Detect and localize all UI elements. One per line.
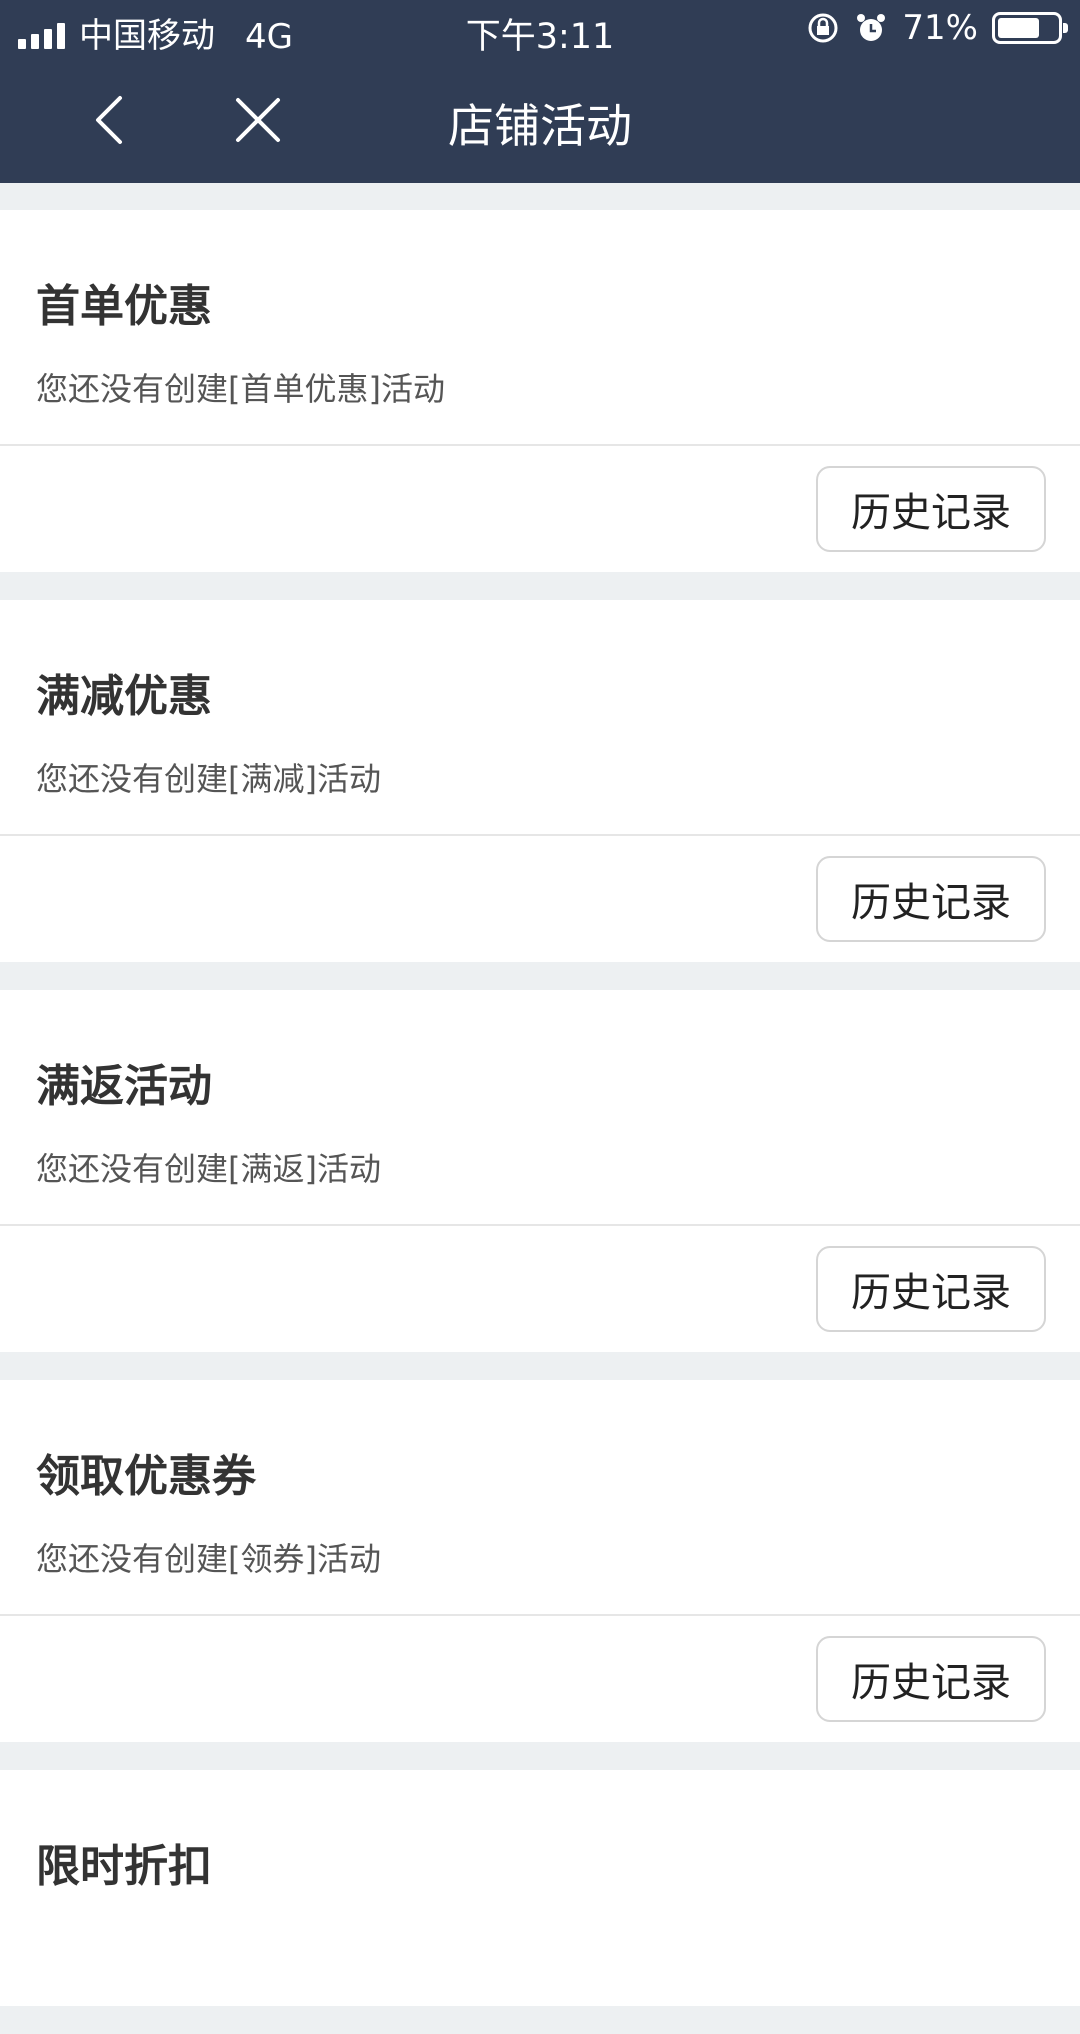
activity-card-flash-discount: 限时折扣 (0, 1770, 1080, 2006)
top-bar: 中国移动 4G 下午3:11 71% 店铺活动 (0, 0, 1080, 183)
activity-desc: 您还没有创建[首单优惠]活动 (36, 370, 445, 408)
page-title: 店铺活动 (448, 99, 632, 153)
activity-title: 满减优惠 (36, 671, 212, 722)
history-button[interactable]: 历史记录 (816, 1636, 1046, 1722)
activity-title: 领取优惠券 (36, 1451, 256, 1502)
rotation-lock-icon (808, 13, 838, 43)
activity-desc: 您还没有创建[领券]活动 (36, 1540, 381, 1578)
battery-fill (998, 18, 1040, 38)
activity-card-full-return: 满返活动 您还没有创建[满返]活动 历史记录 (0, 990, 1080, 1352)
activity-card-first-order: 首单优惠 您还没有创建[首单优惠]活动 历史记录 (0, 210, 1080, 572)
activity-desc: 您还没有创建[满减]活动 (36, 760, 381, 798)
activity-title: 限时折扣 (36, 1841, 212, 1892)
alarm-icon (857, 14, 886, 41)
battery-percent: 71% (902, 8, 978, 48)
activity-title: 满返活动 (36, 1061, 212, 1112)
history-button[interactable]: 历史记录 (816, 466, 1046, 552)
activity-desc: 您还没有创建[满返]活动 (36, 1150, 381, 1188)
activity-card-coupon: 领取优惠券 您还没有创建[领券]活动 历史记录 (0, 1380, 1080, 1742)
activity-card-full-reduction: 满减优惠 您还没有创建[满减]活动 历史记录 (0, 600, 1080, 962)
nav-bar: 店铺活动 (0, 60, 1080, 183)
activity-title: 首单优惠 (36, 281, 212, 332)
battery-icon (992, 12, 1068, 44)
status-bar: 中国移动 4G 下午3:11 71% (0, 0, 1080, 60)
activity-list: 首单优惠 您还没有创建[首单优惠]活动 历史记录 满减优惠 您还没有创建[满减]… (0, 210, 1080, 2034)
history-button[interactable]: 历史记录 (816, 856, 1046, 942)
history-button[interactable]: 历史记录 (816, 1246, 1046, 1332)
